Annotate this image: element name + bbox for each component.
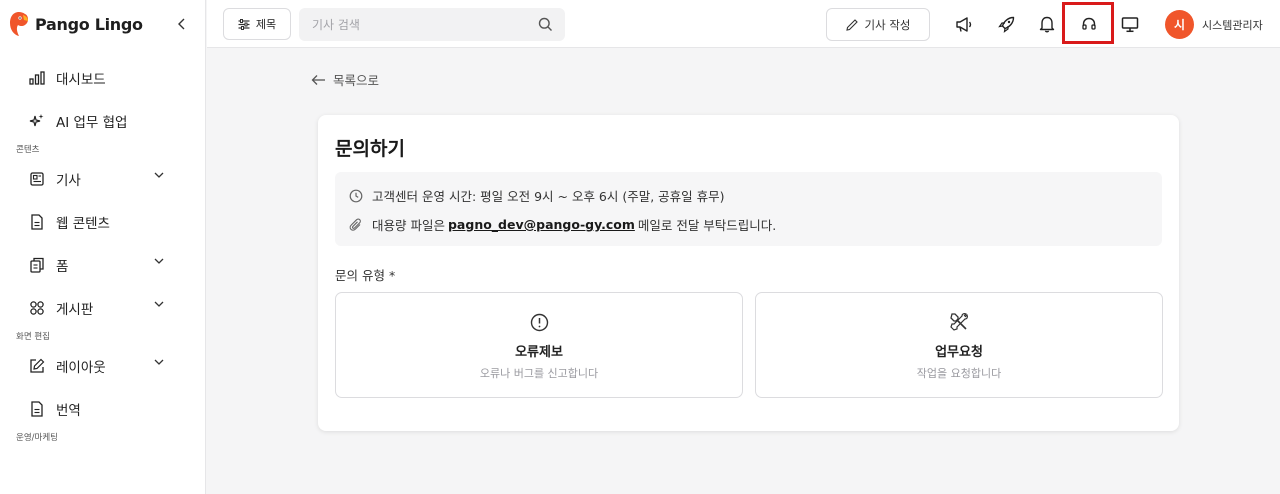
inquiry-type-label: 문의 유형 * — [335, 268, 396, 283]
chevron-down-icon — [154, 172, 164, 178]
document-icon — [28, 400, 46, 418]
sidebar-nav: 대시보드 AI 업무 협업 콘텐츠 기사 웹 콘텐츠 폼 게시판 화면 편집 레… — [0, 48, 205, 445]
sidebar-item-board[interactable]: 게시판 — [0, 286, 205, 329]
inquiry-type-desc: 오류나 버그를 신고합니다 — [479, 367, 599, 380]
sidebar-item-articles[interactable]: 기사 — [0, 157, 205, 200]
arrow-left-icon — [311, 74, 325, 85]
inquiry-type-work-request[interactable]: 업무요청 작업을 요청합니다 — [755, 292, 1163, 398]
pencil-icon — [845, 18, 858, 31]
bell-icon[interactable] — [1036, 13, 1058, 35]
parrot-logo-icon — [10, 12, 29, 36]
pencil-square-icon — [28, 357, 46, 375]
service-hours-row: 고객센터 운영 시간: 평일 오전 9시 ~ 오후 6시 (주말, 공휴일 휴무… — [349, 186, 725, 205]
back-to-list-label: 목록으로 — [333, 73, 380, 88]
chevron-down-icon — [154, 301, 164, 307]
sidebar-item-label: 대시보드 — [56, 71, 106, 88]
newspaper-icon — [28, 170, 46, 188]
monitor-icon[interactable] — [1119, 13, 1141, 35]
bar-chart-icon — [28, 69, 46, 87]
page-title: 문의하기 — [335, 138, 405, 160]
app-name: Pango Lingo — [35, 14, 143, 34]
search-box — [299, 8, 565, 41]
sidebar-item-label: 게시판 — [56, 301, 94, 318]
tools-icon — [948, 311, 970, 333]
inquiry-type-bug-report[interactable]: 오류제보 오류나 버그를 신고합니다 — [335, 292, 743, 398]
write-article-button[interactable]: 기사 작성 — [826, 8, 930, 41]
title-filter-label: 제목 — [255, 18, 277, 31]
username[interactable]: 시스템관리자 — [1202, 17, 1263, 33]
sidebar-item-ai-collab[interactable]: AI 업무 협업 — [0, 99, 205, 142]
sidebar-item-translation[interactable]: 번역 — [0, 387, 205, 430]
back-to-list-link[interactable]: 목록으로 — [311, 70, 379, 89]
chevron-left-icon — [178, 18, 185, 30]
search-icon[interactable] — [538, 17, 553, 32]
sparkle-icon — [28, 112, 46, 130]
sidebar-item-label: AI 업무 협업 — [56, 114, 128, 131]
write-article-label: 기사 작성 — [864, 17, 911, 32]
megaphone-icon[interactable] — [953, 13, 975, 35]
info-box: 고객센터 운영 시간: 평일 오전 9시 ~ 오후 6시 (주말, 공휴일 휴무… — [335, 172, 1162, 246]
file-notice-row: 대용량 파일은 pagno_dev@pango-gy.com 메일로 전달 부탁… — [349, 215, 776, 234]
clipboard-icon — [28, 256, 46, 274]
paperclip-icon — [349, 217, 361, 231]
sliders-icon — [238, 18, 250, 30]
sidebar-item-label: 번역 — [56, 402, 81, 419]
rocket-icon[interactable] — [995, 13, 1017, 35]
document-icon — [28, 213, 46, 231]
inquiry-card: 문의하기 고객센터 운영 시간: 평일 오전 9시 ~ 오후 6시 (주말, 공… — [318, 115, 1179, 431]
file-notice-suffix: 메일로 전달 부탁드립니다. — [637, 218, 777, 233]
section-title: 콘텐츠 — [16, 145, 40, 155]
topbar: 제목 기사 작성 시 시스템관리자 — [207, 0, 1280, 48]
sidebar-item-forms[interactable]: 폼 — [0, 243, 205, 286]
search-input[interactable] — [299, 8, 519, 41]
sidebar-item-label: 폼 — [56, 258, 69, 275]
grid-icon — [28, 299, 46, 317]
support-email-link[interactable]: pagno_dev@pango-gy.com — [448, 217, 635, 232]
sidebar: Pango Lingo 대시보드 AI 업무 협업 콘텐츠 기사 웹 콘텐츠 폼… — [0, 0, 206, 494]
sidebar-item-label: 웹 콘텐츠 — [56, 215, 110, 232]
sidebar-item-label: 레이아웃 — [56, 359, 106, 376]
inquiry-type-name: 오류제보 — [515, 345, 563, 360]
inquiry-type-name: 업무요청 — [935, 345, 983, 360]
sidebar-item-label: 기사 — [56, 172, 81, 189]
sidebar-item-web-content[interactable]: 웹 콘텐츠 — [0, 200, 205, 243]
section-title: 운영/마케팅 — [16, 433, 58, 443]
chevron-down-icon — [154, 258, 164, 264]
title-filter-button[interactable]: 제목 — [223, 8, 291, 40]
chevron-down-icon — [154, 359, 164, 365]
avatar[interactable]: 시 — [1165, 10, 1194, 39]
collapse-sidebar-button[interactable] — [172, 14, 192, 34]
inquiry-type-desc: 작업을 요청합니다 — [916, 367, 1002, 380]
sidebar-item-layout[interactable]: 레이아웃 — [0, 344, 205, 387]
clock-icon — [349, 189, 363, 202]
sidebar-item-dashboard[interactable]: 대시보드 — [0, 56, 205, 99]
file-notice-prefix: 대용량 파일은 — [372, 218, 445, 233]
highlight-box — [1062, 2, 1114, 44]
section-title: 화면 편집 — [16, 332, 50, 342]
service-hours-text: 고객센터 운영 시간: 평일 오전 9시 ~ 오후 6시 (주말, 공휴일 휴무… — [372, 189, 725, 204]
alert-circle-icon — [528, 311, 550, 333]
